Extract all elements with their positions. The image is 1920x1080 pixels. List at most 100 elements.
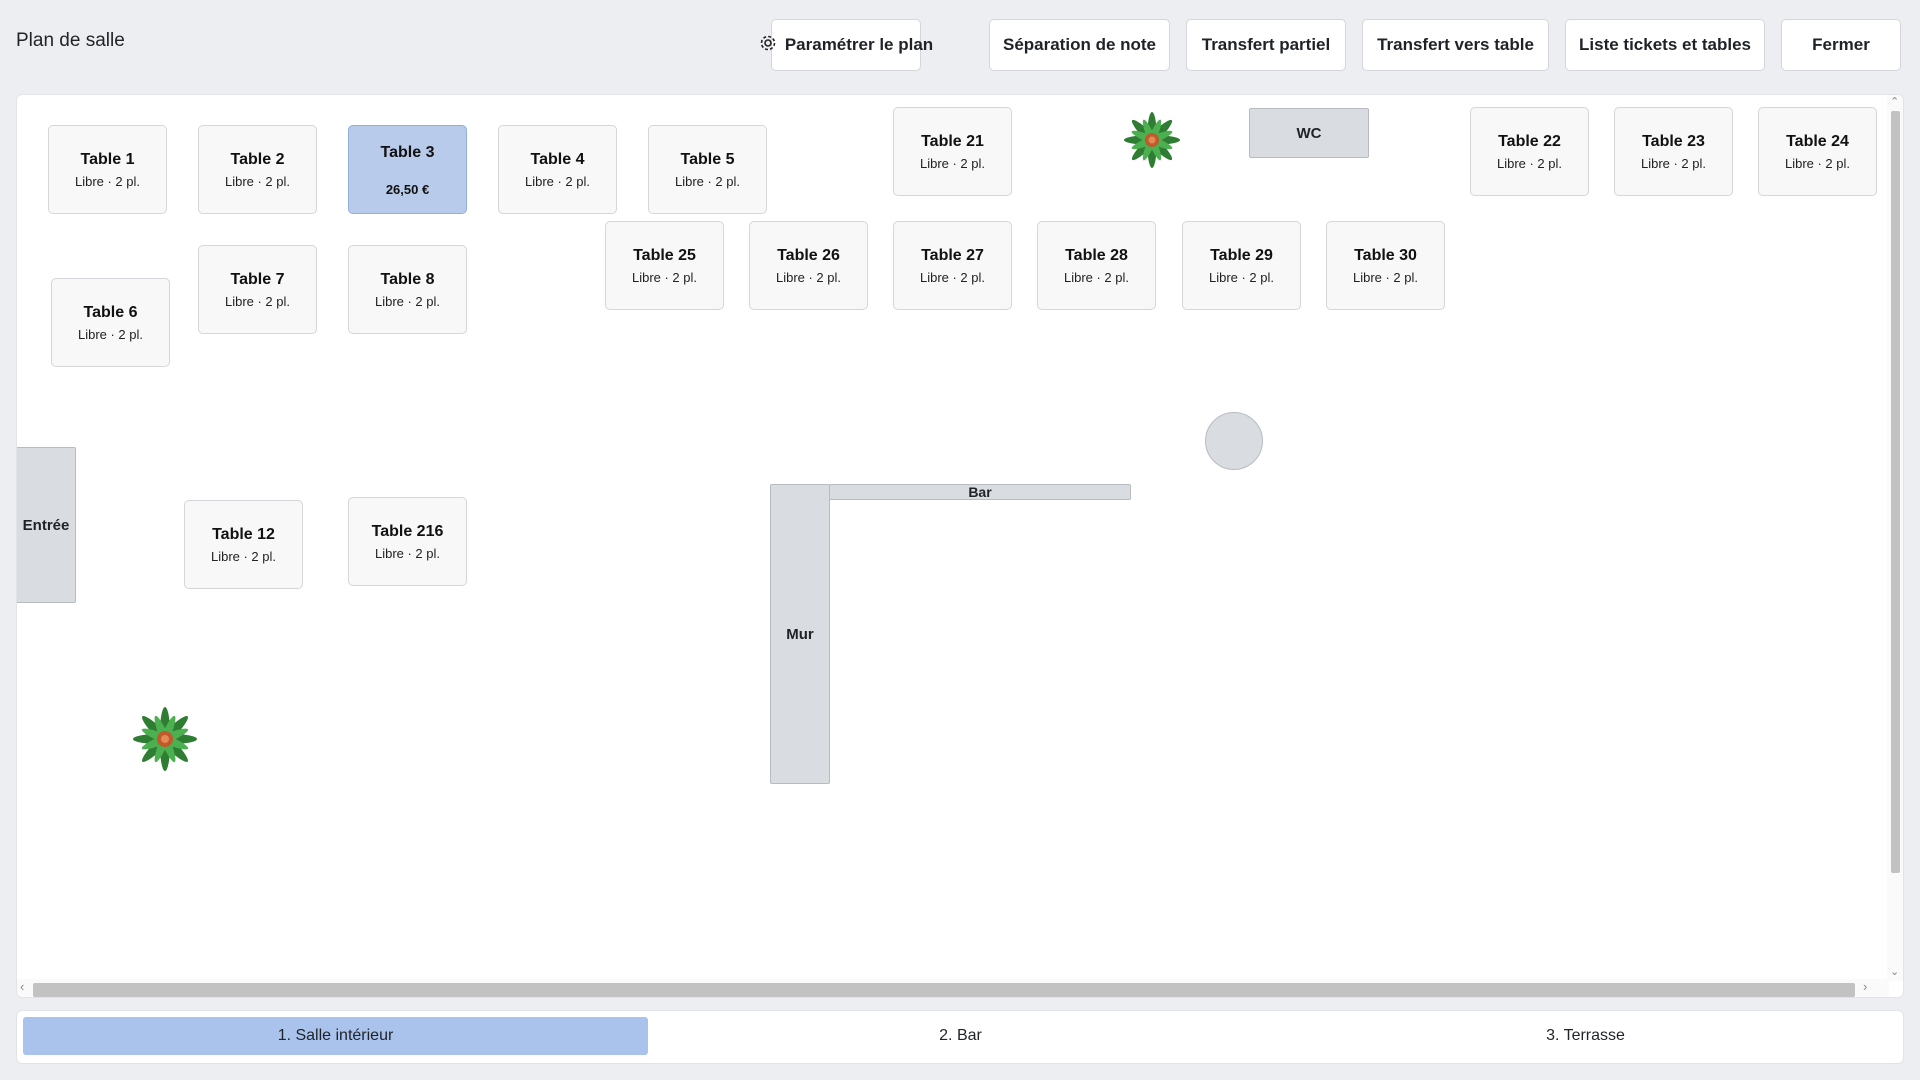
wall-label: Mur	[786, 625, 814, 643]
table-name: Table 3	[380, 144, 435, 161]
chevron-left-icon[interactable]: ‹	[20, 979, 24, 994]
tickets-list-label: Liste tickets et tables	[1579, 35, 1751, 54]
horizontal-scroll-thumb[interactable]	[33, 983, 1855, 997]
table-name: Table 24	[1786, 132, 1849, 150]
table-24[interactable]: Table 24 Libre · 2 pl.	[1758, 107, 1877, 196]
table-name: Table 216	[371, 522, 444, 540]
table-name: Table 25	[633, 246, 696, 264]
tab-bar[interactable]: 2. Bar	[648, 1017, 1273, 1055]
partial-transfer-button[interactable]: Transfert partiel	[1186, 19, 1346, 71]
chevron-down-icon[interactable]: ⌄	[1890, 965, 1899, 978]
table-name: Table 26	[777, 246, 840, 264]
configure-plan-button[interactable]: Paramétrer le plan	[760, 19, 933, 71]
table-12[interactable]: Table 12 Libre · 2 pl.	[184, 500, 303, 589]
table-status: Libre · 2 pl.	[374, 293, 441, 309]
table-status: Libre · 2 pl.	[1640, 155, 1707, 171]
wc-label: WC	[1296, 124, 1322, 142]
table-name: Table 22	[1498, 132, 1561, 150]
bar-block[interactable]: Bar	[829, 484, 1131, 500]
table-name: Table 28	[1065, 246, 1128, 264]
table-status: Libre · 2 pl.	[1352, 269, 1419, 285]
table-name: Table 27	[921, 246, 984, 264]
split-note-button[interactable]: Séparation de note	[989, 19, 1170, 71]
table-status: Libre · 2 pl.	[524, 173, 591, 189]
table-30[interactable]: Table 30 Libre · 2 pl.	[1326, 221, 1445, 310]
table-status: Libre · 2 pl.	[1063, 269, 1130, 285]
room-tabs: 1. Salle intérieur 2. Bar 3. Terrasse	[16, 1010, 1904, 1064]
table-status: Libre · 2 pl.	[775, 269, 842, 285]
page-title: Plan de salle	[16, 30, 125, 51]
table-status: Libre · 2 pl.	[631, 269, 698, 285]
entrance-label: Entrée	[22, 516, 70, 534]
table-amount: 26,50 €	[385, 182, 430, 197]
table-21[interactable]: Table 21 Libre · 2 pl.	[893, 107, 1012, 196]
table-3[interactable]: Table 3 26,50 €	[348, 125, 467, 214]
bar-label: Bar	[968, 484, 992, 500]
vertical-scroll-thumb[interactable]	[1891, 111, 1900, 873]
wc-block[interactable]: WC	[1249, 108, 1369, 158]
tickets-and-tables-list-button[interactable]: Liste tickets et tables	[1565, 19, 1765, 71]
table-status: Libre · 2 pl.	[224, 293, 291, 309]
table-29[interactable]: Table 29 Libre · 2 pl.	[1182, 221, 1301, 310]
transfer-to-table-button[interactable]: Transfert vers table	[1362, 19, 1549, 71]
floor-plan-canvas[interactable]: Table 1 Libre · 2 pl. Table 2 Libre · 2 …	[16, 94, 1904, 998]
table-status: Libre · 2 pl.	[374, 545, 441, 561]
table-status: Libre · 2 pl.	[919, 155, 986, 171]
gear-icon	[759, 34, 777, 56]
entrance-block[interactable]: Entrée	[17, 447, 76, 603]
chevron-up-icon[interactable]: ⌃	[1890, 95, 1899, 108]
table-name: Table 29	[1210, 246, 1273, 264]
table-name: Table 6	[83, 303, 138, 321]
table-25[interactable]: Table 25 Libre · 2 pl.	[605, 221, 724, 310]
table-name: Table 21	[921, 132, 984, 150]
table-28[interactable]: Table 28 Libre · 2 pl.	[1037, 221, 1156, 310]
table-7[interactable]: Table 7 Libre · 2 pl.	[198, 245, 317, 334]
tab-salle-interieur[interactable]: 1. Salle intérieur	[23, 1017, 648, 1055]
close-label: Fermer	[1812, 35, 1870, 54]
table-status: Libre · 2 pl.	[74, 173, 141, 189]
horizontal-scrollbar[interactable]: ‹ ›	[17, 979, 1889, 997]
vertical-scrollbar[interactable]: ⌃ ⌄	[1887, 95, 1903, 981]
wall-block[interactable]: Mur	[770, 484, 830, 784]
table-name: Table 8	[380, 270, 435, 288]
table-name: Table 23	[1642, 132, 1705, 150]
plant-icon	[1118, 106, 1186, 179]
table-status: Libre · 2 pl.	[1784, 155, 1851, 171]
table-2[interactable]: Table 2 Libre · 2 pl.	[198, 125, 317, 214]
table-name: Table 7	[230, 270, 285, 288]
tab-label: 1. Salle intérieur	[277, 1027, 394, 1044]
table-5[interactable]: Table 5 Libre · 2 pl.	[648, 125, 767, 214]
table-name: Table 2	[230, 150, 285, 168]
table-status: Libre · 2 pl.	[1496, 155, 1563, 171]
partial-transfer-label: Transfert partiel	[1201, 35, 1331, 54]
table-name: Table 30	[1354, 246, 1417, 264]
tab-label: 2. Bar	[939, 1027, 982, 1044]
table-status: Libre · 2 pl.	[1208, 269, 1275, 285]
table-name: Table 12	[212, 525, 275, 543]
tab-terrasse[interactable]: 3. Terrasse	[1273, 1017, 1898, 1055]
chevron-right-icon[interactable]: ›	[1863, 979, 1867, 994]
table-status: Libre · 2 pl.	[674, 173, 741, 189]
close-button[interactable]: Fermer	[1781, 19, 1901, 71]
split-note-label: Séparation de note	[1002, 35, 1157, 54]
table-name: Table 1	[80, 150, 135, 168]
table-6[interactable]: Table 6 Libre · 2 pl.	[51, 278, 170, 367]
table-1[interactable]: Table 1 Libre · 2 pl.	[48, 125, 167, 214]
table-23[interactable]: Table 23 Libre · 2 pl.	[1614, 107, 1733, 196]
table-status: Libre · 2 pl.	[210, 548, 277, 564]
table-name: Table 4	[530, 150, 585, 168]
table-4[interactable]: Table 4 Libre · 2 pl.	[498, 125, 617, 214]
table-8[interactable]: Table 8 Libre · 2 pl.	[348, 245, 467, 334]
configure-plan-label: Paramétrer le plan	[784, 35, 934, 54]
table-22[interactable]: Table 22 Libre · 2 pl.	[1470, 107, 1589, 196]
table-27[interactable]: Table 27 Libre · 2 pl.	[893, 221, 1012, 310]
transfer-to-table-label: Transfert vers table	[1377, 35, 1534, 54]
table-status: Libre · 2 pl.	[77, 326, 144, 342]
table-216[interactable]: Table 216 Libre · 2 pl.	[348, 497, 467, 586]
plant-icon	[127, 701, 203, 782]
table-name: Table 5	[680, 150, 735, 168]
table-status: Libre · 2 pl.	[224, 173, 291, 189]
table-26[interactable]: Table 26 Libre · 2 pl.	[749, 221, 868, 310]
round-pillar[interactable]	[1205, 412, 1263, 470]
table-status: Libre · 2 pl.	[919, 269, 986, 285]
